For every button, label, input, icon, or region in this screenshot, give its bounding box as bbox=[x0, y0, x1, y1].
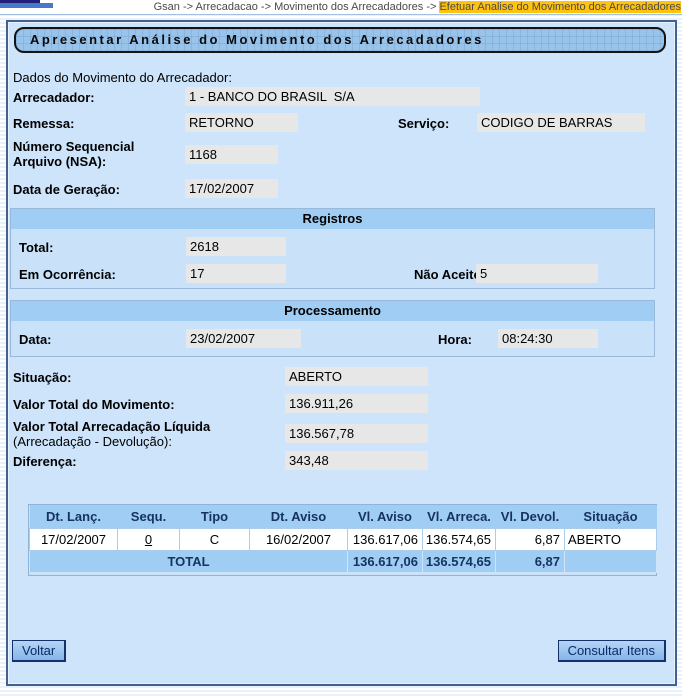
geracao-field: 17/02/2007 bbox=[185, 179, 278, 198]
registros-total-field: 2618 bbox=[186, 237, 286, 256]
registros-section-title: Registros bbox=[11, 209, 654, 229]
nsa-label: Número Sequencial Arquivo (NSA): bbox=[13, 139, 168, 169]
arrecadador-field: 1 - BANCO DO BRASIL S/A bbox=[185, 87, 480, 106]
col-tipo: Tipo bbox=[180, 505, 250, 528]
cell-vl-aviso: 136.617,06 bbox=[348, 528, 423, 550]
valor-movimento-field: 136.911,26 bbox=[285, 394, 428, 413]
main-panel: Apresentar Análise do Movimento dos Arre… bbox=[6, 20, 677, 686]
nav-bar-fragment-blue bbox=[0, 3, 53, 8]
remessa-label: Remessa: bbox=[13, 116, 74, 131]
registros-total-label: Total: bbox=[19, 240, 53, 255]
cell-sequ: 0 bbox=[118, 528, 180, 550]
processamento-hora-label: Hora: bbox=[438, 332, 472, 347]
registros-ocorrencia-field: 17 bbox=[186, 264, 286, 283]
valor-movimento-label: Valor Total do Movimento: bbox=[13, 397, 175, 412]
cell-tipo: C bbox=[180, 528, 250, 550]
remessa-field: RETORNO bbox=[185, 113, 298, 132]
valor-liquido-label: Valor Total Arrecadação Líquida bbox=[13, 419, 210, 434]
col-situacao: Situação bbox=[565, 505, 657, 528]
cell-dt-lanc: 17/02/2007 bbox=[30, 528, 118, 550]
movimento-table-box: Dt. Lanç. Sequ. Tipo Dt. Aviso Vl. Aviso… bbox=[28, 504, 657, 576]
cell-vl-devol: 6,87 bbox=[496, 528, 565, 550]
total-situacao-cell bbox=[565, 550, 657, 572]
processamento-section-title: Processamento bbox=[11, 301, 654, 321]
total-vl-arreca: 136.574,65 bbox=[423, 550, 496, 572]
valor-liquido-field: 136.567,78 bbox=[285, 424, 428, 443]
breadcrumb-path: Gsan -> Arrecadacao -> Movimento dos Arr… bbox=[154, 1, 440, 13]
col-vl-aviso: Vl. Aviso bbox=[348, 505, 423, 528]
registros-section: Registros Total: 2618 Em Ocorrência: 17 … bbox=[10, 208, 655, 289]
cell-vl-arreca: 136.574,65 bbox=[423, 528, 496, 550]
consultar-itens-button[interactable]: Consultar Itens bbox=[558, 640, 666, 662]
col-dt-aviso: Dt. Aviso bbox=[250, 505, 348, 528]
situacao-label: Situação: bbox=[13, 370, 72, 385]
col-vl-arreca: Vl. Arreca. bbox=[423, 505, 496, 528]
movimento-table: Dt. Lanç. Sequ. Tipo Dt. Aviso Vl. Aviso… bbox=[29, 505, 657, 573]
intro-label: Dados do Movimento do Arrecadador: bbox=[13, 70, 232, 85]
col-dt-lanc: Dt. Lanç. bbox=[30, 505, 118, 528]
arrecadador-label: Arrecadador: bbox=[13, 90, 95, 105]
cell-dt-aviso: 16/02/2007 bbox=[250, 528, 348, 550]
voltar-button[interactable]: Voltar bbox=[12, 640, 66, 662]
col-sequ: Sequ. bbox=[118, 505, 180, 528]
breadcrumb: Gsan -> Arrecadacao -> Movimento dos Arr… bbox=[154, 1, 681, 13]
total-label-cell: TOTAL bbox=[30, 550, 348, 572]
situacao-field: ABERTO bbox=[285, 367, 428, 386]
top-header-strip: Gsan -> Arrecadacao -> Movimento dos Arr… bbox=[0, 0, 682, 15]
table-total-row: TOTAL 136.617,06 136.574,65 6,87 bbox=[30, 550, 657, 572]
page-title: Apresentar Análise do Movimento dos Arre… bbox=[14, 27, 666, 53]
cell-situacao: ABERTO bbox=[565, 528, 657, 550]
total-vl-devol: 6,87 bbox=[496, 550, 565, 572]
table-header-row: Dt. Lanç. Sequ. Tipo Dt. Aviso Vl. Aviso… bbox=[30, 505, 657, 528]
servico-label: Serviço: bbox=[398, 116, 449, 131]
processamento-section: Processamento Data: 23/02/2007 Hora: 08:… bbox=[10, 300, 655, 357]
diferenca-label: Diferença: bbox=[13, 454, 77, 469]
total-vl-aviso: 136.617,06 bbox=[348, 550, 423, 572]
processamento-data-label: Data: bbox=[19, 332, 52, 347]
table-row: 17/02/2007 0 C 16/02/2007 136.617,06 136… bbox=[30, 528, 657, 550]
geracao-label: Data de Geração: bbox=[13, 182, 120, 197]
registros-nao-aceitos-field: 5 bbox=[476, 264, 598, 283]
registros-ocorrencia-label: Em Ocorrência: bbox=[19, 267, 116, 282]
sequ-link[interactable]: 0 bbox=[145, 532, 152, 547]
servico-field: CODIGO DE BARRAS bbox=[477, 113, 645, 132]
processamento-hora-field: 08:24:30 bbox=[498, 329, 598, 348]
breadcrumb-current-page[interactable]: Efetuar Analise do Movimento dos Arrecad… bbox=[439, 1, 681, 13]
processamento-data-field: 23/02/2007 bbox=[186, 329, 301, 348]
col-vl-devol: Vl. Devol. bbox=[496, 505, 565, 528]
diferenca-field: 343,48 bbox=[285, 451, 428, 470]
nsa-field: 1168 bbox=[185, 145, 278, 164]
valor-liquido-sublabel: (Arrecadação - Devolução): bbox=[13, 434, 172, 449]
